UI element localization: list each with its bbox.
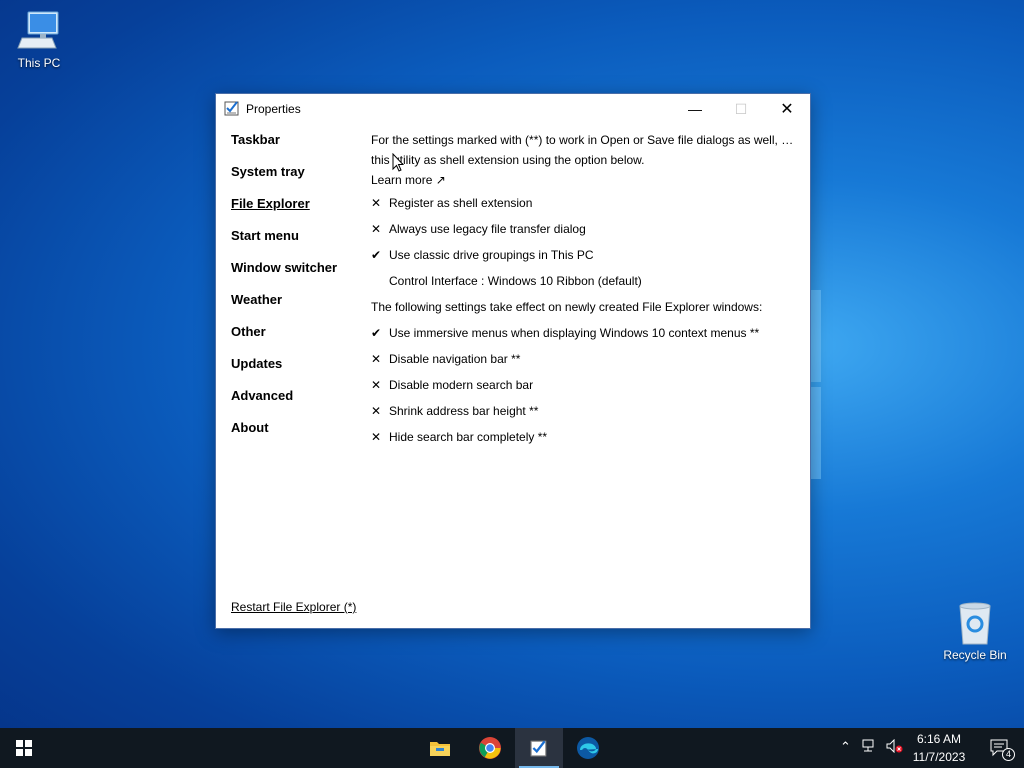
description-line: For the settings marked with (**) to wor… (371, 133, 796, 147)
option-label: Disable modern search bar (389, 378, 534, 392)
close-button[interactable]: ✕ (764, 94, 810, 124)
cross-icon: ✕ (371, 222, 382, 236)
taskbar-file-explorer-button[interactable] (416, 728, 464, 768)
option-label: Control Interface : Windows 10 Ribbon (d… (389, 274, 642, 288)
taskbar-properties-button[interactable] (515, 728, 563, 768)
option-control-interface[interactable]: Control Interface : Windows 10 Ribbon (d… (371, 268, 801, 294)
option-immersive-menus[interactable]: ✔ Use immersive menus when displaying Wi… (371, 320, 801, 346)
action-center-button[interactable]: 4 (976, 728, 1024, 768)
clock-date: 11/7/2023 (912, 750, 966, 764)
minimize-button[interactable]: — (672, 94, 718, 124)
desktop-icon-this-pc[interactable]: This PC (4, 8, 74, 70)
taskbar-clock[interactable]: 6:16 AM 11/7/2023 (904, 730, 974, 766)
sidebar-nav: Taskbar System tray File Explorer Start … (231, 132, 361, 452)
minimize-icon: — (688, 101, 702, 117)
section-heading: The following settings take effect on ne… (371, 300, 763, 314)
window-title: Properties (246, 102, 301, 116)
taskbar-edge-button[interactable] (564, 728, 612, 768)
checklist-app-icon (530, 740, 547, 757)
chevron-up-icon[interactable]: ⌃ (840, 739, 851, 755)
sidebar-item-taskbar[interactable]: Taskbar (231, 132, 361, 164)
settings-content: For the settings marked with (**) to wor… (371, 130, 801, 450)
option-disable-navigation-bar[interactable]: ✕ Disable navigation bar ** (371, 346, 801, 372)
taskbar-chrome-button[interactable] (466, 728, 514, 768)
option-legacy-file-transfer[interactable]: ✕ Always use legacy file transfer dialog (371, 216, 801, 242)
option-label: Use classic drive groupings in This PC (389, 248, 594, 262)
option-hide-search-bar[interactable]: ✕ Hide search bar completely ** (371, 424, 801, 450)
properties-window: Properties — ☐ ✕ Taskbar System tray Fil… (215, 93, 811, 629)
computer-icon (16, 8, 62, 54)
close-icon: ✕ (780, 101, 794, 118)
cross-icon: ✕ (371, 404, 382, 418)
cross-icon: ✕ (371, 430, 382, 444)
start-button[interactable] (0, 728, 48, 768)
notification-count-badge: 4 (1002, 748, 1016, 761)
description-line: this utility as shell extension using th… (371, 153, 645, 167)
option-label: Use immersive menus when displaying Wind… (389, 326, 760, 340)
sidebar-item-advanced[interactable]: Advanced (231, 388, 361, 420)
edge-icon (577, 737, 599, 759)
cross-icon: ✕ (371, 196, 382, 210)
chrome-icon (479, 737, 501, 759)
sidebar-item-start-menu[interactable]: Start menu (231, 228, 361, 260)
restart-file-explorer-link[interactable]: Restart File Explorer (*) (231, 600, 356, 614)
option-disable-modern-search-bar[interactable]: ✕ Disable modern search bar (371, 372, 801, 398)
option-label: Disable navigation bar ** (389, 352, 521, 366)
volume-muted-icon[interactable] (886, 738, 904, 756)
recycle-bin-icon (952, 600, 998, 646)
cross-icon: ✕ (371, 352, 382, 366)
sidebar-item-system-tray[interactable]: System tray (231, 164, 361, 196)
maximize-button[interactable]: ☐ (718, 94, 764, 124)
learn-more-link[interactable]: Learn more ↗ (371, 170, 801, 190)
mouse-cursor-icon (392, 153, 404, 172)
cross-icon: ✕ (371, 378, 382, 392)
option-label: Shrink address bar height ** (389, 404, 539, 418)
maximize-icon: ☐ (734, 100, 748, 117)
network-icon[interactable] (862, 739, 878, 756)
option-classic-drive-groupings[interactable]: ✔ Use classic drive groupings in This PC (371, 242, 801, 268)
sidebar-item-other[interactable]: Other (231, 324, 361, 356)
folder-icon (430, 742, 450, 756)
description-text: For the settings marked with (**) to wor… (371, 130, 801, 170)
sidebar-item-weather[interactable]: Weather (231, 292, 361, 324)
option-label: Register as shell extension (389, 196, 533, 210)
desktop-icon-label: This PC (17, 56, 61, 70)
desktop-icon-label: Recycle Bin (943, 648, 1007, 662)
option-register-shell-extension[interactable]: ✕ Register as shell extension (371, 190, 801, 216)
option-label: Always use legacy file transfer dialog (389, 222, 586, 236)
option-shrink-address-bar[interactable]: ✕ Shrink address bar height ** (371, 398, 801, 424)
sidebar-item-window-switcher[interactable]: Window switcher (231, 260, 361, 292)
taskbar: ⌃ 6:16 AM 11/7/2023 4 (0, 728, 1024, 768)
sidebar-item-updates[interactable]: Updates (231, 356, 361, 388)
checkmark-icon: ✔ (371, 326, 382, 340)
option-label: Hide search bar completely ** (389, 430, 548, 444)
desktop-icon-recycle-bin[interactable]: Recycle Bin (940, 600, 1010, 662)
clock-time: 6:16 AM (916, 732, 962, 746)
windows-logo-icon (16, 740, 32, 756)
checkmark-icon: ✔ (371, 248, 382, 262)
checklist-app-icon (224, 100, 240, 116)
sidebar-item-file-explorer[interactable]: File Explorer (231, 196, 361, 228)
sidebar-item-about[interactable]: About (231, 420, 361, 452)
title-bar[interactable]: Properties — ☐ ✕ (216, 94, 810, 124)
